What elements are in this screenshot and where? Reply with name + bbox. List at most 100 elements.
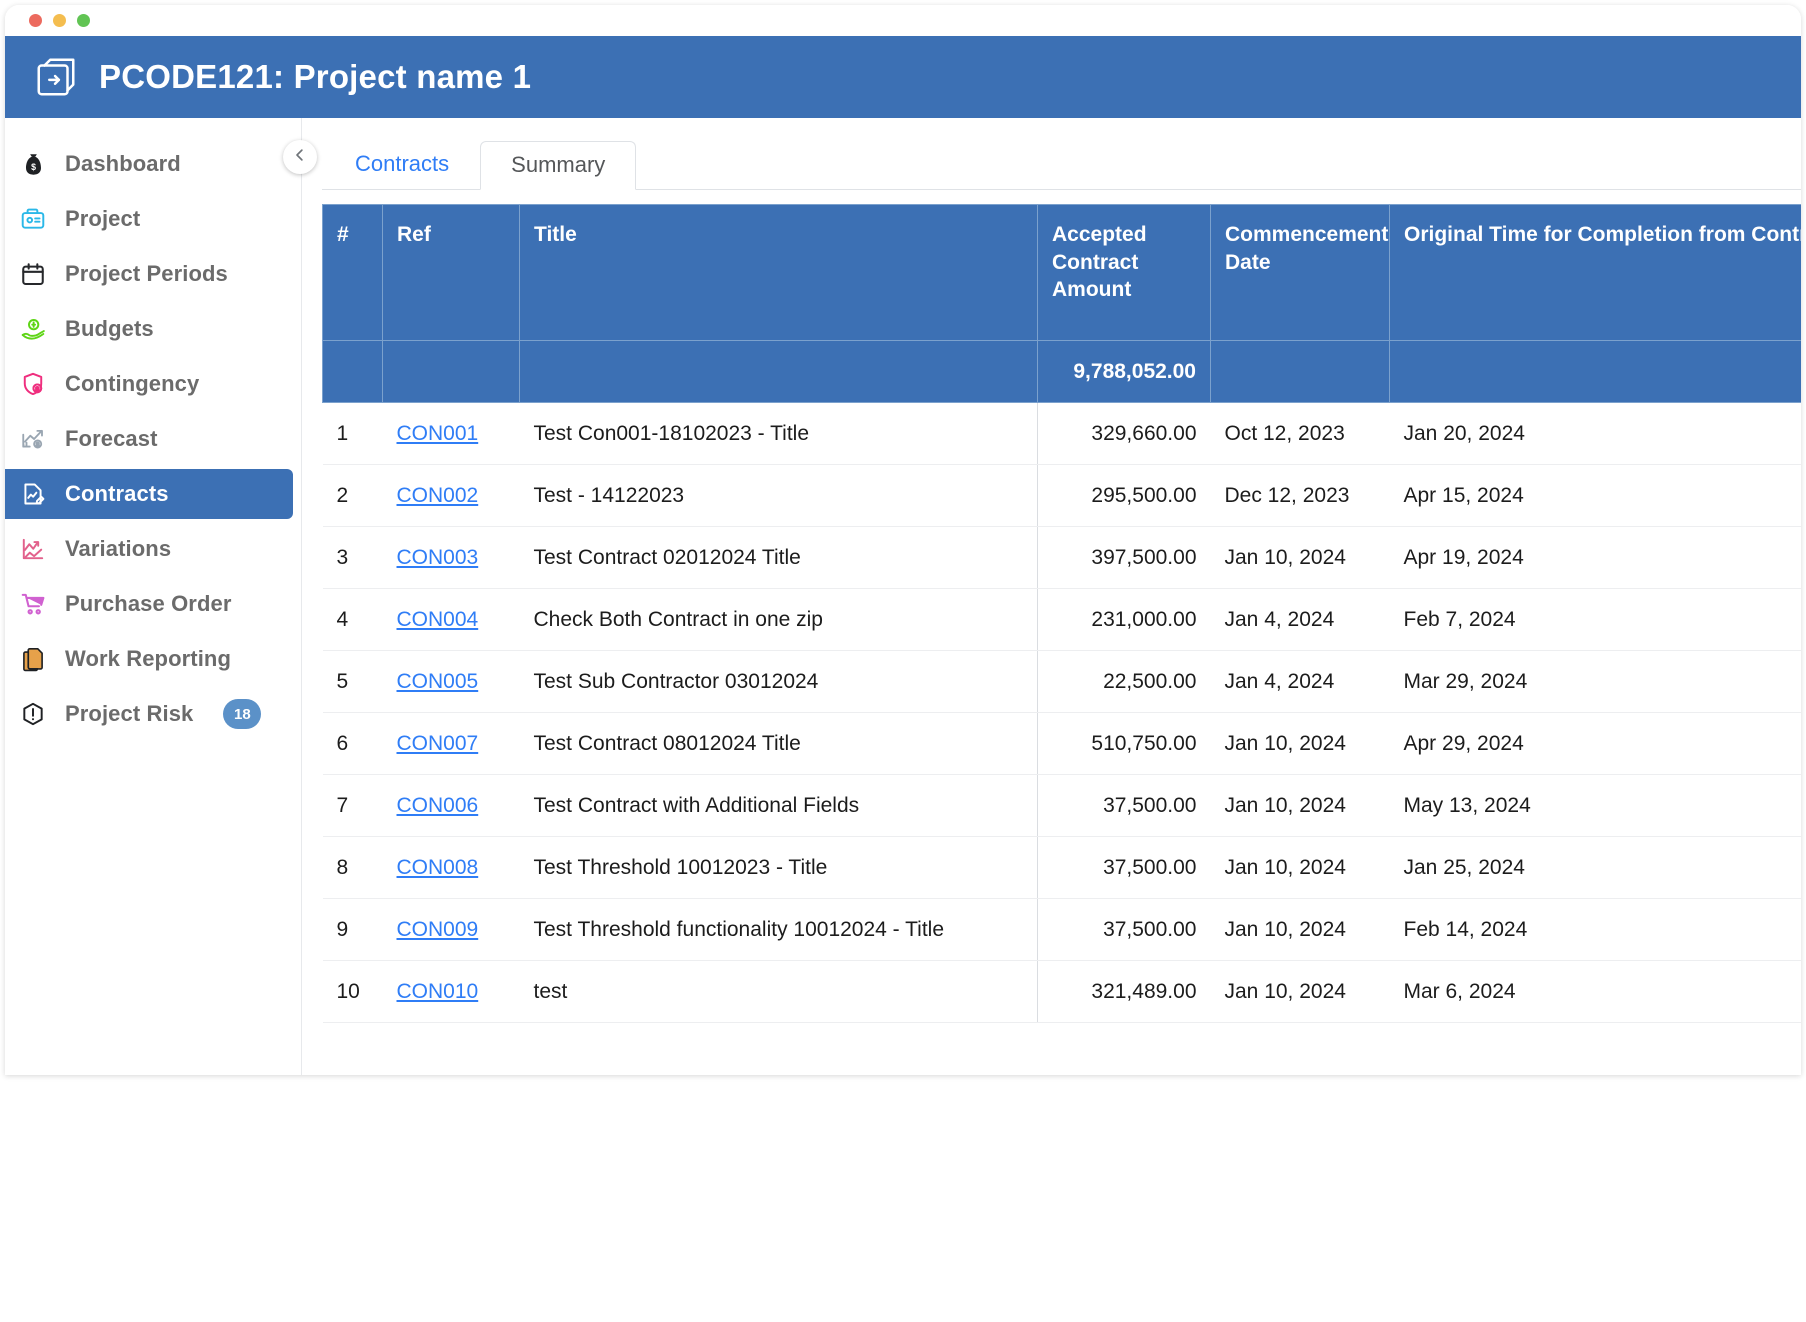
table-row[interactable]: 2CON002Test - 14122023295,500.00Dec 12, … xyxy=(323,465,1802,527)
sidebar-item-label: Project xyxy=(65,206,140,232)
tab-contracts[interactable]: Contracts xyxy=(324,140,480,189)
contract-ref-link[interactable]: CON006 xyxy=(397,794,479,817)
contract-ref-link[interactable]: CON005 xyxy=(397,670,479,693)
cell-commencement-date: Jan 10, 2024 xyxy=(1211,961,1390,1023)
status-badge: 18 xyxy=(223,699,261,729)
contract-ref-link[interactable]: CON002 xyxy=(397,484,479,507)
table-row[interactable]: 6CON007Test Contract 08012024 Title510,7… xyxy=(323,713,1802,775)
cell-ref: CON004 xyxy=(383,589,520,651)
contracts-summary-table: # Ref Title Accepted Contract Amount Com… xyxy=(322,204,1801,1023)
contract-ref-link[interactable]: CON004 xyxy=(397,608,479,631)
cell-ref: CON008 xyxy=(383,837,520,899)
contract-ref-link[interactable]: CON010 xyxy=(397,980,479,1003)
app-header: PCODE121: Project name 1 xyxy=(5,36,1801,118)
alert-hexagon-icon xyxy=(19,700,47,728)
sidebar-item-label: Budgets xyxy=(65,316,154,342)
total-commencement-cell xyxy=(1211,341,1390,403)
maximize-window-button[interactable] xyxy=(77,14,90,27)
total-accepted-contract-amount: 9,788,052.00 xyxy=(1038,341,1211,403)
table-row[interactable]: 8 CON008 Test Threshold 10012023 - Title37… xyxy=(323,837,1802,899)
cell-commencement-date: Jan 10, 2024 xyxy=(1211,899,1390,961)
cell-index: 10 xyxy=(323,961,383,1023)
sidebar-item-work-reporting[interactable]: Work Reporting xyxy=(5,634,293,684)
line-chart-icon xyxy=(19,535,47,563)
contract-ref-link[interactable]: CON003 xyxy=(397,546,479,569)
tab-bar: Contracts Summary xyxy=(322,140,1801,190)
sidebar-item-budgets[interactable]: Budgets xyxy=(5,304,293,354)
sidebar-item-contingency[interactable]: $ Contingency xyxy=(5,359,293,409)
cell-title: Check Both Contract in one zip xyxy=(520,589,1038,651)
sidebar-item-purchase-order[interactable]: Purchase Order xyxy=(5,579,293,629)
chevron-left-icon xyxy=(291,146,309,169)
cell-title: Test - 14122023 xyxy=(520,465,1038,527)
column-header-original-time-for-completion[interactable]: Original Time for Completion from Contra… xyxy=(1390,205,1802,341)
cell-original-time: Feb 7, 2024 xyxy=(1390,589,1802,651)
cell-original-time: Apr 29, 2024 xyxy=(1390,713,1802,775)
sidebar-item-variations[interactable]: Variations xyxy=(5,524,293,574)
cell-title: Test Contract 08012024 Title xyxy=(520,713,1038,775)
sidebar-collapse-button[interactable] xyxy=(283,140,317,174)
table-header-row: # Ref Title Accepted Contract Amount Com… xyxy=(323,205,1802,341)
sidebar-item-label: Work Reporting xyxy=(65,646,231,672)
table-row[interactable]: 3CON003Test Contract 02012024 Title397,5… xyxy=(323,527,1802,589)
box-export-icon xyxy=(33,54,79,100)
window-titlebar xyxy=(5,5,1801,36)
cell-accepted-contract-amount: 37,500.00 xyxy=(1038,899,1211,961)
column-header-index[interactable]: # xyxy=(323,205,383,341)
contract-ref-link[interactable]: CON007 xyxy=(397,732,479,755)
sidebar-item-dashboard[interactable]: $ Dashboard xyxy=(5,139,293,189)
total-title-cell xyxy=(520,341,1038,403)
cell-ref: CON002 xyxy=(383,465,520,527)
sidebar-item-forecast[interactable]: $ Forecast xyxy=(5,414,293,464)
cell-title: Test Sub Contractor 03012024 xyxy=(520,651,1038,713)
sidebar-item-project-periods[interactable]: Project Periods xyxy=(5,249,293,299)
column-header-ref[interactable]: Ref xyxy=(383,205,520,341)
sidebar-item-project[interactable]: Project xyxy=(5,194,293,244)
table-row[interactable]: 10CON010test321,489.00Jan 10, 2024Mar 6,… xyxy=(323,961,1802,1023)
total-ref-cell xyxy=(383,341,520,403)
cell-accepted-contract-amount: 37,500.00 xyxy=(1038,837,1211,899)
cell-original-time: Apr 15, 2024 xyxy=(1390,465,1802,527)
shield-coin-icon: $ xyxy=(19,370,47,398)
shopping-cart-icon xyxy=(19,590,47,618)
cell-original-time: Jan 20, 2024 xyxy=(1390,403,1802,465)
svg-text:$: $ xyxy=(36,442,39,448)
table-row[interactable]: 1CON001Test Con001-18102023 - Title329,6… xyxy=(323,403,1802,465)
minimize-window-button[interactable] xyxy=(53,14,66,27)
table-header: # Ref Title Accepted Contract Amount Com… xyxy=(323,205,1802,403)
column-header-commencement-date[interactable]: Commencement Date xyxy=(1211,205,1390,341)
column-header-title[interactable]: Title xyxy=(520,205,1038,341)
sidebar-item-contracts[interactable]: Contracts xyxy=(5,469,293,519)
chart-up-coin-icon: $ xyxy=(19,425,47,453)
cell-index: 5 xyxy=(323,651,383,713)
sidebar-item-label: Dashboard xyxy=(65,151,181,177)
cell-original-time: Jan 25, 2024 xyxy=(1390,837,1802,899)
table-row[interactable]: 4CON004Check Both Contract in one zip231… xyxy=(323,589,1802,651)
cell-ref: CON007 xyxy=(383,713,520,775)
sidebar-item-project-risk[interactable]: Project Risk 18 xyxy=(5,689,293,739)
total-index-cell xyxy=(323,341,383,403)
cell-index: 1 xyxy=(323,403,383,465)
contract-ref-link[interactable]: CON009 xyxy=(397,918,479,941)
cell-index: 8 xyxy=(323,837,383,899)
tab-summary[interactable]: Summary xyxy=(480,141,636,190)
table-body: 1CON001Test Con001-18102023 - Title329,6… xyxy=(323,403,1802,1023)
money-bag-icon: $ xyxy=(19,150,47,178)
app-body: $ Dashboard Project xyxy=(5,118,1801,1075)
column-header-accepted-contract-amount[interactable]: Accepted Contract Amount xyxy=(1038,205,1211,341)
close-window-button[interactable] xyxy=(29,14,42,27)
cell-ref: CON001 xyxy=(383,403,520,465)
cell-commencement-date: Dec 12, 2023 xyxy=(1211,465,1390,527)
sidebar-item-label: Forecast xyxy=(65,426,158,452)
cell-title: Test Threshold 10012023 - Title xyxy=(520,837,1038,899)
table-row[interactable]: 9CON009Test Threshold functionality 1001… xyxy=(323,899,1802,961)
table-row[interactable]: 7CON006Test Contract with Additional Fie… xyxy=(323,775,1802,837)
contract-ref-link[interactable]: CON001 xyxy=(397,422,479,445)
cell-commencement-date: Jan 10, 2024 xyxy=(1211,527,1390,589)
documents-icon xyxy=(19,645,47,673)
sidebar-item-label: Project Periods xyxy=(65,261,228,287)
svg-text:$: $ xyxy=(31,161,36,171)
table-row[interactable]: 5CON005Test Sub Contractor 0301202422,50… xyxy=(323,651,1802,713)
contract-ref-link[interactable]: CON008 xyxy=(397,856,479,879)
cell-commencement-date: Jan 10, 2024 xyxy=(1211,775,1390,837)
